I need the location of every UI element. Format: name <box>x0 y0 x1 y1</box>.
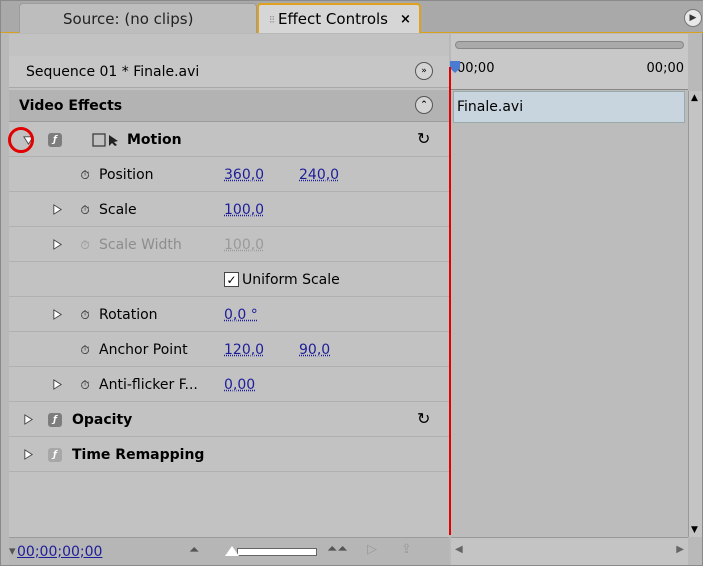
properties-pane: Sequence 01 * Finale.avi » Video Effects… <box>9 34 449 537</box>
motion-transform-icon[interactable] <box>92 133 122 147</box>
anchor-point-x-value[interactable]: 120,0 <box>224 342 264 358</box>
tab-effect-controls-label: Effect Controls <box>278 10 388 28</box>
scale-width-value: 100,0 <box>224 236 265 253</box>
stopwatch-icon[interactable]: ⏱ <box>78 343 92 357</box>
property-row-scale-width: ⏱ Scale Width 100,0 <box>9 228 449 262</box>
bottom-toolbar: ▾ 00;00;00;00 ⏶ ⏶⏶ ▷ ⇪ <box>9 537 449 565</box>
uniform-scale-label: Uniform Scale <box>242 271 340 288</box>
sequence-label: Sequence 01 * Finale.avi <box>26 63 200 80</box>
ruler-time-end: 00;00 <box>646 61 684 76</box>
property-row-uniform-scale: ✓ Uniform Scale <box>9 263 449 297</box>
scale-width-label: Scale Width <box>99 236 182 253</box>
clip-bar[interactable]: Finale.avi <box>453 91 685 123</box>
rotation-value[interactable]: 0,0 ° <box>224 307 258 323</box>
anchor-point-y-value[interactable]: 90,0 <box>299 342 330 358</box>
ruler-time-start: 00;00 <box>457 61 495 76</box>
timecode-arrow-icon: ▾ <box>9 544 16 559</box>
current-timecode[interactable]: 00;00;00;00 <box>17 544 102 560</box>
position-y-value[interactable]: 240,0 <box>299 167 339 183</box>
play-audio-icon: ▷ <box>367 542 377 557</box>
disclosure-closed-icon[interactable] <box>52 308 63 321</box>
playhead-line[interactable] <box>449 67 451 535</box>
opacity-row: ƒ Opacity ↻ <box>9 403 449 437</box>
disclosure-closed-icon[interactable] <box>23 413 34 426</box>
scroll-right-icon[interactable]: ▶ <box>676 544 684 555</box>
tab-source[interactable]: Source: (no clips) <box>19 3 257 33</box>
panel-tab-bar: Source: (no clips) ⁝⁝ Effect Controls × … <box>1 1 703 33</box>
zoom-in-icon[interactable]: ⏶⏶ <box>327 542 348 557</box>
work-area-bar[interactable] <box>455 41 684 49</box>
video-effects-header: Video Effects ⌃ <box>9 90 449 122</box>
disclosure-closed-icon[interactable] <box>52 238 63 251</box>
zoom-slider-handle[interactable] <box>225 546 239 556</box>
anti-flicker-value[interactable]: 0,00 <box>224 377 255 393</box>
property-row-anti-flicker: ⏱ Anti-flicker F... 0,00 <box>9 368 449 402</box>
scroll-up-icon[interactable]: ▲ <box>691 93 698 103</box>
reset-icon[interactable]: ↻ <box>417 129 430 148</box>
rotation-label: Rotation <box>99 306 158 323</box>
fx-toggle-icon[interactable]: ƒ <box>48 413 62 427</box>
collapse-effects-button[interactable]: ⌃ <box>415 96 433 114</box>
position-x-value[interactable]: 360,0 <box>224 167 264 183</box>
disclosure-closed-icon[interactable] <box>23 448 34 461</box>
grip-icon[interactable]: ⁝⁝ <box>269 13 275 26</box>
time-remapping-label: Time Remapping <box>72 446 205 463</box>
fx-toggle-icon: ƒ <box>48 448 62 462</box>
motion-row: ƒ Motion ↻ <box>9 123 449 157</box>
stopwatch-icon[interactable]: ⏱ <box>78 168 92 182</box>
scroll-left-icon[interactable]: ◀ <box>455 544 463 555</box>
effect-controls-panel: Source: (no clips) ⁝⁝ Effect Controls × … <box>0 0 703 566</box>
loop-audio-icon: ⇪ <box>401 542 412 557</box>
opacity-label: Opacity <box>72 411 133 428</box>
reset-icon[interactable]: ↻ <box>417 409 430 428</box>
zoom-out-icon[interactable]: ⏶ <box>189 543 199 558</box>
property-row-rotation: ⏱ Rotation 0,0 ° <box>9 298 449 332</box>
time-ruler[interactable]: 00;00 00;00 <box>451 34 688 90</box>
stopwatch-icon[interactable]: ⏱ <box>78 308 92 322</box>
property-row-anchor-point: ⏱ Anchor Point 120,0 90,0 <box>9 333 449 367</box>
panel-menu-button[interactable]: ▶ <box>684 9 702 27</box>
position-label: Position <box>99 166 154 183</box>
disclosure-closed-icon[interactable] <box>52 203 63 216</box>
property-row-position: ⏱ Position 360,0 240,0 <box>9 158 449 192</box>
fx-toggle-icon[interactable]: ƒ <box>48 133 62 147</box>
scale-value[interactable]: 100,0 <box>224 202 264 218</box>
disclosure-closed-icon[interactable] <box>52 378 63 391</box>
clip-name: Finale.avi <box>457 99 524 115</box>
stopwatch-icon[interactable]: ⏱ <box>78 203 92 217</box>
anchor-point-label: Anchor Point <box>99 341 188 358</box>
show-timeline-button[interactable]: » <box>415 62 433 80</box>
stopwatch-icon[interactable]: ⏱ <box>78 378 92 392</box>
property-row-scale: ⏱ Scale 100,0 <box>9 193 449 227</box>
horizontal-scrollbar[interactable]: ◀ ▶ <box>451 537 688 565</box>
tab-source-label: Source: (no clips) <box>63 9 194 28</box>
close-icon[interactable]: × <box>400 12 411 27</box>
timeline-pane: 00;00 00;00 Finale.avi <box>451 34 688 537</box>
highlight-circle <box>8 127 34 153</box>
scale-label: Scale <box>99 201 137 218</box>
time-remapping-row: ƒ Time Remapping <box>9 438 449 472</box>
stopwatch-icon: ⏱ <box>80 237 90 252</box>
video-effects-label: Video Effects <box>19 97 123 114</box>
anti-flicker-label: Anti-flicker F... <box>99 376 198 393</box>
tab-effect-controls[interactable]: ⁝⁝ Effect Controls × <box>257 3 421 33</box>
sequence-row: Sequence 01 * Finale.avi » <box>9 56 449 88</box>
motion-label: Motion <box>127 131 182 148</box>
vertical-scrollbar[interactable]: ▲ ▼ <box>688 91 702 537</box>
zoom-slider-track[interactable] <box>237 548 317 556</box>
scroll-down-icon[interactable]: ▼ <box>691 525 698 535</box>
uniform-scale-checkbox[interactable]: ✓ <box>224 272 239 287</box>
